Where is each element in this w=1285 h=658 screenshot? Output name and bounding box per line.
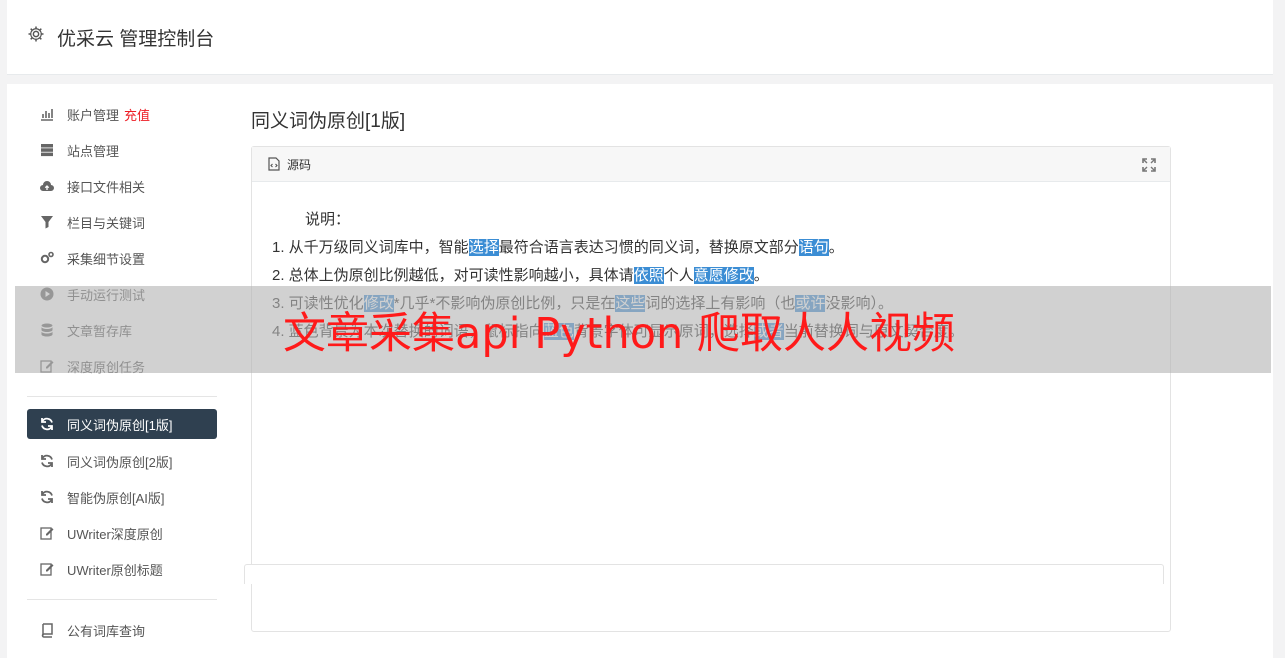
- gear-icon: [28, 26, 44, 42]
- line-text: 个人: [663, 267, 694, 284]
- replaced-word[interactable]: 选择: [468, 239, 499, 256]
- sidebar-item[interactable]: 采集细节设置: [27, 240, 217, 276]
- header-bar: 优采云 管理控制台: [7, 0, 1273, 75]
- line-text: 。: [753, 267, 769, 284]
- sidebar-item-label: 同义词伪原创[1版]: [67, 417, 173, 433]
- book-icon: [38, 622, 55, 639]
- description-label: 说明：: [305, 211, 351, 228]
- sidebar-item[interactable]: 账户管理 充值: [27, 96, 217, 132]
- description-line: 1. 从千万级同义词库中，智能选择最符合语言表达习惯的同义词，替换原文部分语句。: [272, 234, 1150, 262]
- sidebar: 账户管理充值站点管理接口文件相关栏目与关键词采集细节设置手动运行测试文章暂存库深…: [27, 96, 217, 658]
- recharge-link[interactable]: 充值: [124, 105, 150, 124]
- line-text: 2. 总体上伪原创比例越低，对可读性影响越小，具体请: [272, 267, 634, 284]
- sidebar-divider: [27, 396, 217, 397]
- sidebar-item-label: UWriter深度原创: [67, 526, 163, 542]
- edit-icon: [38, 561, 55, 578]
- bar-chart-icon: [38, 106, 55, 123]
- sidebar-item[interactable]: 公有词库查询: [27, 612, 217, 648]
- server-icon: [38, 142, 55, 159]
- panel-title: 源码: [287, 157, 312, 172]
- sidebar-item-label: UWriter原创标题: [67, 562, 163, 578]
- watermark-banner: 文章采集api Python 爬取人人视频: [15, 286, 1271, 373]
- sidebar-item[interactable]: 同义词伪原创[1版]: [27, 409, 217, 439]
- sidebar-item-label: 栏目与关键词: [67, 215, 146, 231]
- sidebar-item[interactable]: UWriter原创标题: [27, 551, 217, 587]
- edit-icon: [38, 525, 55, 542]
- refresh-icon: [38, 453, 55, 470]
- sidebar-item[interactable]: 同义词伪原创[2版]: [27, 443, 217, 479]
- line-text: 1. 从千万级同义词库中，智能: [272, 239, 469, 256]
- sidebar-item[interactable]: 站点管理: [27, 132, 217, 168]
- source-panel: 源码 说明： 1. 从千万级同义词库中，智能选择最符合语言表达习惯的同义词，替换…: [251, 146, 1171, 632]
- refresh-icon: [38, 489, 55, 506]
- sidebar-item-label: 公有词库查询: [67, 623, 146, 639]
- sidebar-item-label: 采集细节设置: [67, 251, 146, 267]
- sidebar-item-label: 智能伪原创[AI版]: [67, 490, 165, 506]
- refresh-icon: [38, 416, 55, 433]
- sidebar-item[interactable]: UWriter深度原创: [27, 515, 217, 551]
- replaced-word[interactable]: 语句: [798, 239, 829, 256]
- replaced-word[interactable]: 依照: [633, 267, 664, 284]
- sidebar-item-label: 接口文件相关: [67, 179, 146, 195]
- cloud-upload-icon: [38, 178, 55, 195]
- console-title: 优采云 管理控制台: [57, 29, 215, 50]
- replaced-word[interactable]: 意愿: [693, 267, 724, 284]
- result-panel: [244, 564, 1164, 584]
- sidebar-item-label: 同义词伪原创[2版]: [67, 454, 173, 470]
- expand-icon[interactable]: [1142, 158, 1156, 172]
- line-text: 。: [828, 239, 844, 256]
- sidebar-item[interactable]: 语言识别演示: [27, 648, 217, 658]
- watermark-text: 文章采集api Python 爬取人人视频: [283, 308, 955, 359]
- replaced-word[interactable]: 修改: [723, 267, 754, 284]
- page-title: 同义词伪原创[1版]: [251, 111, 406, 132]
- line-text: 最符合语言表达习惯的同义词，替换原文部分: [498, 239, 799, 256]
- sidebar-item-label: 账户管理: [67, 107, 120, 123]
- filter-icon: [38, 214, 55, 231]
- panel-header: 源码: [252, 147, 1170, 182]
- sidebar-item-label: 站点管理: [67, 143, 120, 159]
- cogs-icon: [38, 250, 55, 267]
- sidebar-divider: [27, 599, 217, 600]
- sidebar-item[interactable]: 智能伪原创[AI版]: [27, 479, 217, 515]
- sidebar-item[interactable]: 接口文件相关: [27, 168, 217, 204]
- sidebar-item[interactable]: 栏目与关键词: [27, 204, 217, 240]
- file-code-icon: [268, 157, 280, 171]
